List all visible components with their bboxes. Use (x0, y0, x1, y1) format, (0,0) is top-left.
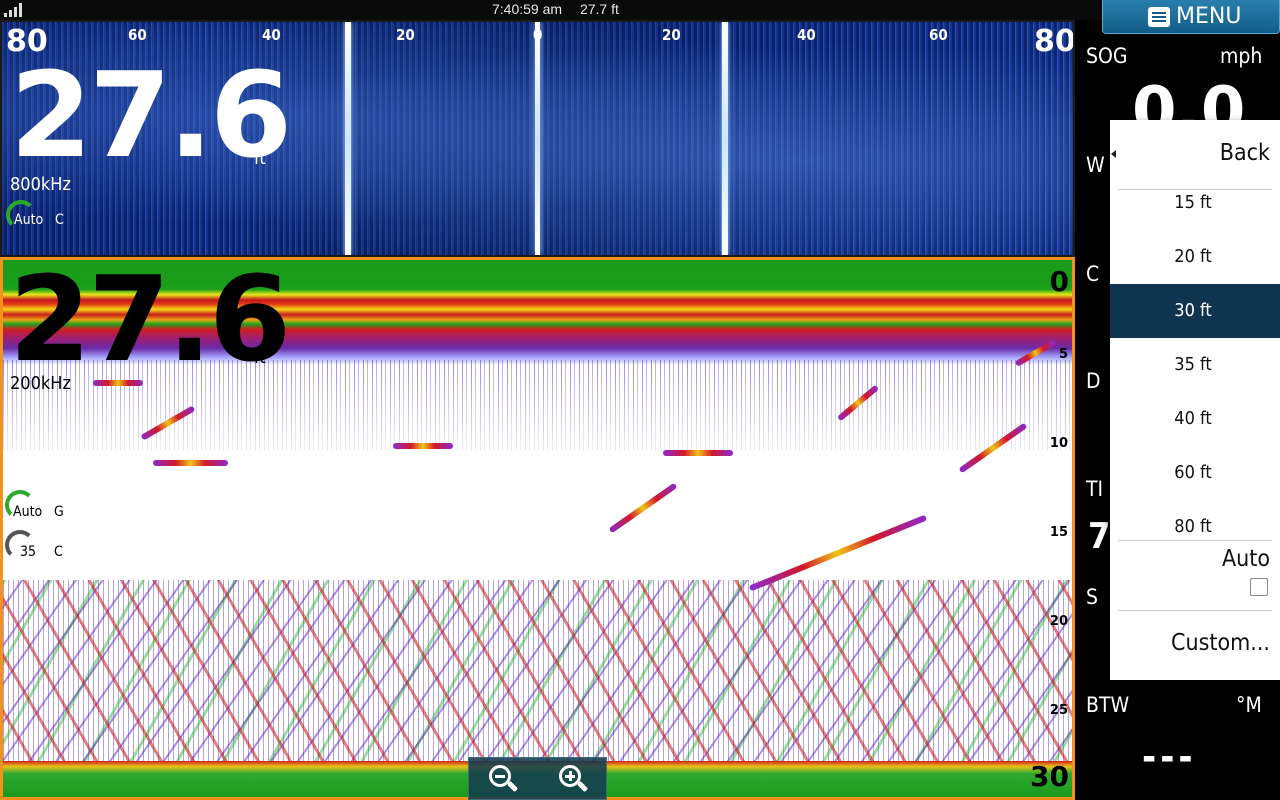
menu-divider (1118, 610, 1272, 611)
btw-label: BTW (1086, 693, 1130, 717)
depth-scale-bottom: 30 (1030, 760, 1069, 793)
sidescan-line (722, 22, 728, 255)
depth-scale-mark: 10 (1049, 436, 1068, 451)
status-readout: 7:40:59 am 27.7 ft (492, 1, 619, 17)
sonar-panel[interactable]: 27.6 ft 200kHz Auto G 35 C 0 5 10 15 20 … (0, 257, 1075, 800)
sonar-color-suffix: C (54, 544, 63, 560)
sidescan-frequency[interactable]: 800kHz (10, 174, 71, 195)
data-row-label: S (1086, 585, 1098, 609)
status-time: 7:40:59 am (492, 1, 563, 17)
sonar-depth-unit: ft (254, 347, 266, 368)
menu-divider (1118, 540, 1272, 541)
auto-range-label: Auto (1221, 546, 1270, 572)
sidescan-center-line (535, 22, 540, 255)
sidescan-range-mark: 0 (533, 26, 543, 44)
depth-scale-mark: 15 (1049, 525, 1068, 540)
data-row-label: TI (1086, 477, 1104, 501)
sidescan-line (345, 22, 351, 255)
data-row-label: D (1086, 369, 1101, 393)
btw-value: --- (1142, 735, 1197, 779)
sidescan-range-mark: 60 (929, 26, 948, 44)
custom-range-button[interactable]: Custom... (1171, 630, 1270, 656)
fish-arch (393, 443, 453, 449)
fish-arch (153, 460, 228, 466)
menu-button[interactable]: MENU (1102, 0, 1280, 34)
fish-arch (608, 482, 678, 534)
sonar-depth-value: 27.6 (9, 257, 291, 388)
signal-strength-icon (4, 3, 26, 17)
status-depth: 27.7 ft (579, 1, 619, 17)
sidescan-panel[interactable]: 80 60 40 20 0 20 40 60 80 27.6 ft 800kHz… (0, 20, 1075, 257)
range-option-80ft[interactable]: 80 ft (1110, 500, 1280, 540)
sonar-structure (3, 580, 1072, 770)
range-option-30ft[interactable]: 30 ft (1110, 284, 1280, 338)
btw-unit: °M (1236, 693, 1262, 717)
menu-label: MENU (1176, 4, 1242, 29)
depth-scale-0: 0 (1049, 265, 1069, 298)
depth-scale-mark: 5 (1058, 347, 1068, 362)
menu-icon (1148, 7, 1170, 27)
sog-unit: mph (1220, 44, 1263, 68)
status-bar: 7:40:59 am 27.7 ft (0, 0, 1280, 20)
range-menu: Back 15 ft 20 ft 30 ft 35 ft 40 ft 60 ft… (1110, 120, 1280, 680)
auto-range-checkbox[interactable] (1250, 578, 1268, 596)
range-option-20ft[interactable]: 20 ft (1110, 230, 1280, 284)
back-button[interactable]: Back (1220, 140, 1270, 166)
fish-arch (663, 450, 733, 456)
sidescan-range-mark: 20 (662, 26, 681, 44)
zoom-controls (468, 757, 607, 800)
range-option-60ft[interactable]: 60 ft (1110, 446, 1280, 500)
data-row-label: W (1086, 153, 1105, 177)
sidescan-gain-auto: Auto (14, 212, 44, 228)
back-arrow-icon (1111, 150, 1116, 158)
data-row-value: 7 (1088, 516, 1111, 557)
zoom-in-icon[interactable] (557, 763, 589, 795)
sidescan-range-mark: 60 (128, 26, 147, 44)
sidescan-range-mark: 40 (262, 26, 281, 44)
sidescan-range-right: 80 (1034, 24, 1075, 59)
sidescan-depth-value: 27.6 (10, 46, 292, 184)
sonar-gain-auto: Auto (13, 504, 43, 520)
range-option-40ft[interactable]: 40 ft (1110, 392, 1280, 446)
sog-label: SOG (1086, 44, 1128, 68)
sonar-frequency[interactable]: 200kHz (10, 373, 71, 394)
range-option-15ft[interactable]: 15 ft (1110, 176, 1280, 230)
sidescan-range-mark: 20 (396, 26, 415, 44)
zoom-out-icon[interactable] (487, 763, 519, 795)
data-row-label: C (1086, 262, 1100, 286)
sidescan-gain-suffix: C (55, 212, 64, 228)
range-option-35ft[interactable]: 35 ft (1110, 338, 1280, 392)
sonar-gain-suffix: G (54, 504, 64, 520)
depth-scale-mark: 25 (1049, 703, 1068, 718)
depth-scale-mark: 20 (1049, 614, 1068, 629)
sonar-color-value: 35 (20, 544, 37, 560)
sidescan-range-mark: 40 (797, 26, 816, 44)
sidescan-depth-unit: ft (254, 148, 266, 169)
